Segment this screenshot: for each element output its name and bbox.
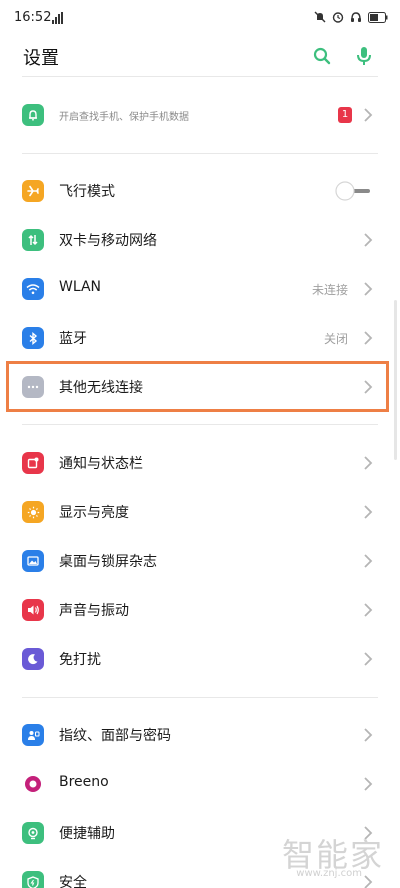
moon-icon: [22, 648, 44, 670]
item-value: 关闭: [323, 332, 348, 346]
dual-sim-icon: [22, 229, 44, 251]
item-label: 开启查找手机、保护手机数据: [59, 112, 189, 123]
header: 设置: [0, 36, 400, 76]
chevron-right-icon: [364, 282, 373, 296]
status-time: 16:52: [14, 10, 52, 25]
highlight-box: [6, 361, 389, 412]
search-button[interactable]: [308, 42, 336, 70]
item-value: 未连接: [311, 283, 348, 297]
chevron-right-icon: [364, 505, 373, 519]
status-icons: [314, 11, 388, 23]
chevron-right-icon: [364, 728, 373, 742]
chevron-right-icon: [364, 233, 373, 247]
mute-icon: [314, 11, 326, 23]
item-label: 显示与亮度: [59, 505, 129, 521]
status-bar: 16:52: [0, 0, 400, 36]
airplane-mode-item[interactable]: 飞行模式: [0, 167, 392, 215]
chevron-right-icon: [364, 777, 373, 791]
find-phone-item[interactable]: 开启查找手机、保护手机数据 1: [0, 91, 392, 139]
item-label: 指纹、面部与密码: [59, 728, 171, 744]
divider: [22, 424, 378, 425]
scrollbar[interactable]: [394, 300, 397, 460]
chevron-right-icon: [364, 652, 373, 666]
search-icon: [313, 47, 331, 65]
item-label: 通知与状态栏: [59, 456, 143, 472]
fingerprint-face-password-item[interactable]: 指纹、面部与密码: [0, 711, 392, 759]
headphones-icon: [351, 12, 361, 22]
airplane-mode-toggle[interactable]: [334, 181, 372, 201]
wlan-item[interactable]: WLAN 未连接: [0, 265, 392, 313]
alarm-icon: [332, 12, 344, 23]
notification-icon: [22, 452, 44, 474]
chevron-right-icon: [364, 456, 373, 470]
item-label: 桌面与锁屏杂志: [59, 554, 157, 570]
item-label: 蓝牙: [59, 331, 87, 347]
watermark-url: www.znj.com: [296, 868, 362, 879]
wallpaper-icon: [22, 550, 44, 572]
item-label: 便捷辅助: [59, 826, 115, 842]
bluetooth-item[interactable]: 蓝牙 关闭: [0, 314, 392, 362]
sound-vibration-item[interactable]: 声音与振动: [0, 586, 392, 634]
bluetooth-icon: [22, 327, 44, 349]
notification-badge: 1: [338, 107, 352, 123]
item-label: 声音与振动: [59, 603, 129, 619]
divider: [22, 697, 378, 698]
shield-icon: [22, 871, 44, 888]
assist-icon: [22, 822, 44, 844]
display-brightness-item[interactable]: 显示与亮度: [0, 488, 392, 536]
item-label: Breeno: [59, 774, 109, 790]
do-not-disturb-item[interactable]: 免打扰: [0, 635, 392, 683]
page-title: 设置: [23, 48, 59, 69]
chevron-right-icon: [364, 331, 373, 345]
chevron-right-icon: [364, 554, 373, 568]
bell-icon: [22, 104, 44, 126]
chevron-right-icon: [364, 108, 373, 122]
breeno-icon: [22, 773, 44, 795]
chevron-right-icon: [364, 603, 373, 617]
divider: [22, 76, 378, 77]
home-lockscreen-item[interactable]: 桌面与锁屏杂志: [0, 537, 392, 585]
voice-search-button[interactable]: [350, 42, 378, 70]
airplane-icon: [22, 180, 44, 202]
item-label: 免打扰: [59, 652, 101, 668]
wifi-icon: [22, 278, 44, 300]
brightness-icon: [22, 501, 44, 523]
notification-statusbar-item[interactable]: 通知与状态栏: [0, 439, 392, 487]
signal-icon: [52, 12, 63, 24]
fingerprint-icon: [22, 724, 44, 746]
breeno-item[interactable]: Breeno: [0, 760, 392, 808]
sound-icon: [22, 599, 44, 621]
watermark: 智能家 www.znj.com: [272, 820, 392, 884]
item-label: 安全: [59, 875, 87, 888]
microphone-icon: [357, 47, 371, 65]
divider: [22, 153, 378, 154]
item-label: 飞行模式: [59, 184, 115, 200]
battery-icon: [368, 11, 388, 23]
item-label: WLAN: [59, 279, 102, 295]
dual-sim-item[interactable]: 双卡与移动网络: [0, 216, 392, 264]
item-label: 双卡与移动网络: [59, 233, 157, 249]
